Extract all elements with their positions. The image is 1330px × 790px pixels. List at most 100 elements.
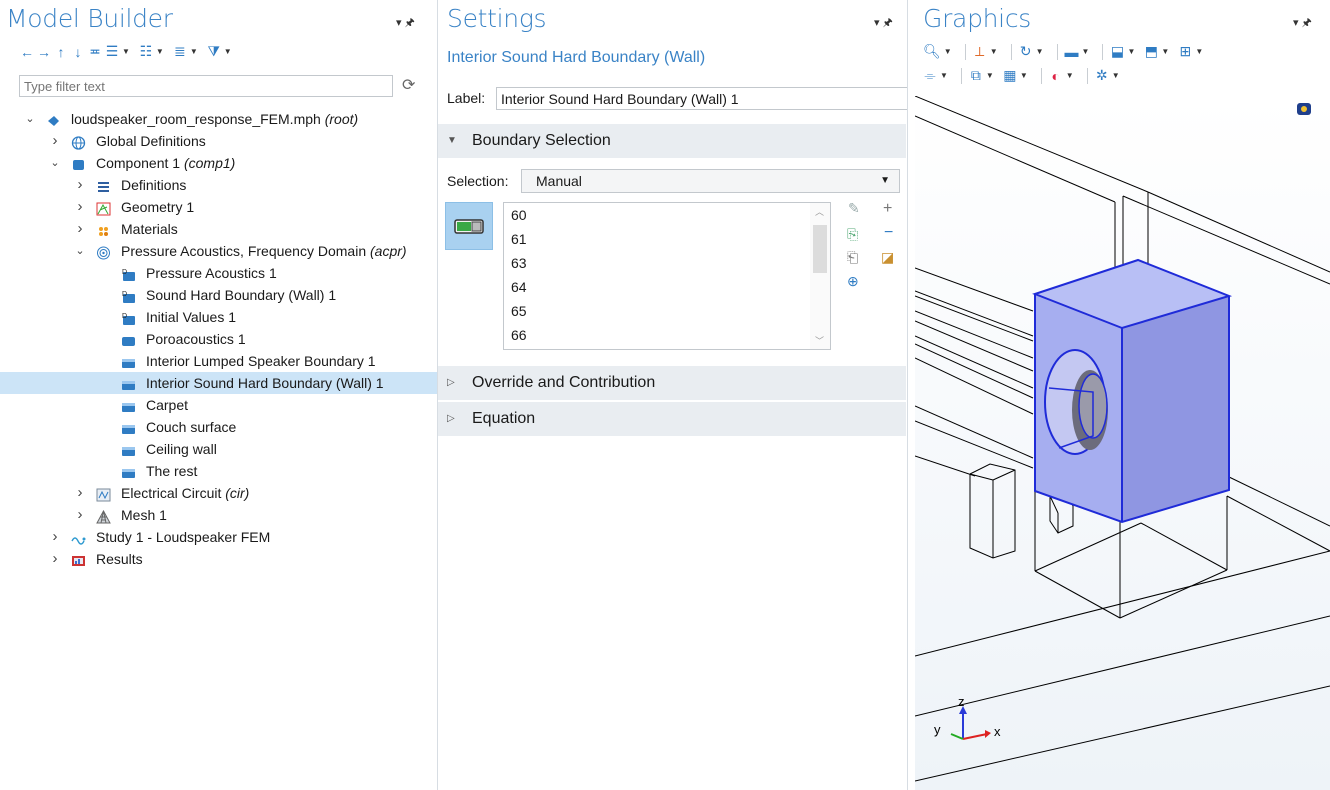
chevron-down-icon[interactable]: ▼ (986, 71, 994, 80)
paste-selection-icon[interactable]: ✎ (848, 200, 860, 217)
show-icon[interactable]: ≖ (88, 43, 102, 60)
tree-item[interactable]: D Pressure Acoustics 1 (0, 262, 437, 284)
move-down-icon[interactable]: ↓ (71, 44, 85, 60)
select-object-icon[interactable]: ⬒ (1144, 43, 1158, 60)
remove-icon[interactable]: − (884, 224, 893, 242)
create-selection-icon[interactable]: ◪ (881, 249, 894, 266)
panel-menu-icon[interactable]: ▾ 🖈 (1293, 14, 1312, 33)
select-domain-icon[interactable]: ⬓ (1110, 43, 1124, 60)
sort-down-icon[interactable]: ☷ (139, 43, 153, 60)
tree-item[interactable]: Interior Lumped Speaker Boundary 1 (0, 350, 437, 372)
collapse-chevron-icon[interactable]: › (49, 548, 61, 570)
tree-item[interactable]: Interior Sound Hard Boundary (Wall) 1 (0, 372, 437, 394)
tree-item[interactable]: ⌄ Pressure Acoustics, Frequency Domain (a… (0, 240, 437, 262)
tree-item[interactable]: › Global Definitions (0, 130, 437, 152)
transparency-icon[interactable]: ⧉ (969, 67, 983, 84)
filter-icon[interactable]: ⧩ (207, 43, 221, 60)
chevron-down-icon[interactable]: ▼ (1036, 47, 1044, 56)
chevron-down-icon[interactable]: ▼ (122, 47, 130, 56)
view-cube-icon[interactable] (1297, 103, 1311, 115)
tree-item[interactable]: › Electrical Circuit (cir) (0, 482, 437, 504)
expand-chevron-icon[interactable]: ⌄ (74, 240, 86, 262)
expand-chevron-icon[interactable]: ⌄ (24, 108, 36, 130)
chevron-down-icon[interactable]: ▼ (224, 47, 232, 56)
scroll-up-icon[interactable]: ︿ (815, 205, 824, 218)
scrollbar[interactable]: ︿ ﹀ (810, 203, 830, 349)
tree-item[interactable]: D Initial Values 1 (0, 306, 437, 328)
chevron-down-icon[interactable]: ▼ (1127, 47, 1135, 56)
collapse-chevron-icon[interactable]: › (74, 482, 86, 504)
chevron-down-icon[interactable]: ▼ (944, 47, 952, 56)
tree-item[interactable]: Carpet (0, 394, 437, 416)
chevron-down-icon[interactable]: ▼ (1112, 71, 1120, 80)
boundary-list-item[interactable]: 64 (504, 275, 830, 299)
boundary-list-item[interactable]: 65 (504, 299, 830, 323)
tree-item[interactable]: › Results (0, 548, 437, 570)
tree-item[interactable]: ⌄ loudspeaker_room_response_FEM.mph (root… (0, 108, 437, 130)
panel-menu-icon[interactable]: ▾ 🖈 (874, 14, 893, 33)
scroll-down-icon[interactable]: ﹀ (815, 334, 824, 347)
collapse-chevron-icon[interactable]: › (74, 174, 86, 196)
refresh-icon[interactable]: ⟳ (402, 75, 415, 95)
graphics-canvas[interactable]: z y x (915, 95, 1330, 790)
view-axes-icon[interactable]: ⟂ (973, 43, 987, 60)
tree-item[interactable]: D Sound Hard Boundary (Wall) 1 (0, 284, 437, 306)
clear-selection-icon[interactable]: ⎗ (847, 249, 858, 266)
chevron-down-icon[interactable]: ▼ (190, 47, 198, 56)
override-contribution-section[interactable]: ▷ Override and Contribution (438, 366, 906, 400)
copy-selection-icon[interactable]: ⎘ (847, 226, 858, 243)
equation-section[interactable]: ▷ Equation (438, 402, 906, 436)
camera-icon[interactable]: ✲ (1095, 67, 1109, 84)
tree-item[interactable]: › Definitions (0, 174, 437, 196)
tree-item[interactable]: Couch surface (0, 416, 437, 438)
forward-arrow-icon[interactable]: → (37, 44, 51, 60)
pin-icon[interactable]: 🖈 (1302, 17, 1312, 29)
panel-menu-icon[interactable]: ▾ 🖈 (396, 14, 415, 33)
chevron-down-icon[interactable]: ▼ (990, 47, 998, 56)
rotate-icon[interactable]: ↻ (1019, 43, 1033, 60)
tree-item[interactable]: › Materials (0, 218, 437, 240)
boundary-selection-section[interactable]: ▼ Boundary Selection (438, 124, 906, 158)
tree-item[interactable]: › Study 1 - Loudspeaker FEM (0, 526, 437, 548)
chevron-down-icon[interactable]: ▼ (940, 71, 948, 80)
collapse-chevron-icon[interactable]: › (49, 130, 61, 152)
loudspeaker-box[interactable] (1032, 258, 1233, 524)
pin-icon[interactable]: 🖈 (883, 17, 893, 29)
scene-light-icon[interactable]: ◐ (1049, 68, 1063, 84)
boundary-list-item[interactable]: 66 (504, 323, 830, 347)
tree-item[interactable]: The rest (0, 460, 437, 482)
boundary-list[interactable]: 60 61 63 64 65 66 ︿ ﹀ (503, 202, 831, 350)
chevron-down-icon[interactable]: ▼ (1082, 47, 1090, 56)
scrollbar-thumb[interactable] (813, 225, 827, 273)
move-up-icon[interactable]: ↑ (54, 44, 68, 60)
pin-icon[interactable]: 🖈 (405, 17, 415, 29)
collapse-chevron-icon[interactable]: › (49, 526, 61, 548)
hide-icon[interactable]: ⌯ (923, 67, 937, 84)
chevron-down-icon[interactable]: ▼ (1066, 71, 1074, 80)
tree-item[interactable]: › Mesh 1 (0, 504, 437, 526)
chevron-down-icon[interactable]: ▼ (156, 47, 164, 56)
chevron-down-icon[interactable]: ▼ (1020, 71, 1028, 80)
selection-list-icon[interactable]: ⊞ (1178, 43, 1192, 60)
back-arrow-icon[interactable]: ← (20, 44, 34, 60)
mesh-render-icon[interactable]: ▦ (1003, 67, 1017, 84)
active-selection-toggle[interactable] (445, 202, 493, 250)
select-boundary-icon[interactable]: ▬ (1065, 44, 1079, 60)
boundary-list-item[interactable]: 61 (504, 227, 830, 251)
panel-divider[interactable] (907, 0, 908, 790)
filter-input[interactable] (19, 75, 393, 97)
selection-dropdown[interactable]: Manual ▼ (521, 169, 900, 193)
boundary-list-item[interactable]: 63 (504, 251, 830, 275)
sort-up-icon[interactable]: ☰ (105, 43, 119, 60)
label-field[interactable] (496, 87, 907, 110)
boundary-list-item[interactable]: 60 (504, 203, 830, 227)
tree-item[interactable]: Ceiling wall (0, 438, 437, 460)
expand-chevron-icon[interactable]: ⌄ (49, 152, 61, 174)
add-icon[interactable]: + (883, 200, 892, 218)
chevron-down-icon[interactable]: ▼ (1195, 47, 1203, 56)
chevron-down-icon[interactable]: ▼ (1161, 47, 1169, 56)
list-icon[interactable]: ≣ (173, 43, 187, 60)
collapse-chevron-icon[interactable]: › (74, 218, 86, 240)
zoom-icon[interactable]: 🔍︎ (923, 43, 941, 60)
tree-item[interactable]: Poroacoustics 1 (0, 328, 437, 350)
